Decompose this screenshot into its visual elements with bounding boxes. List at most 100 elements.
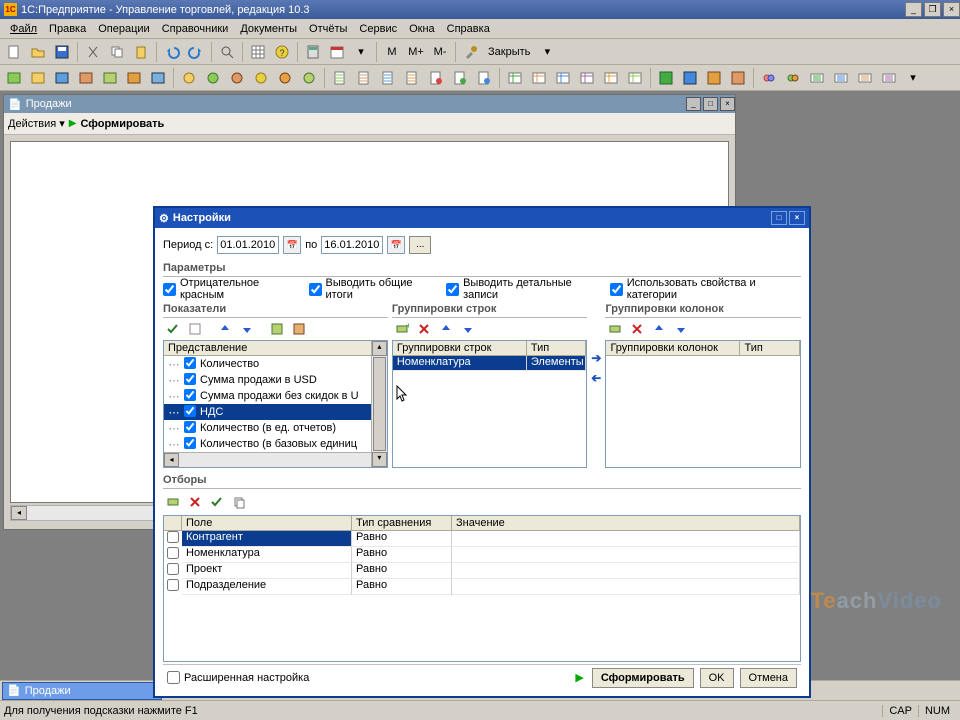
row-group-down-icon[interactable]: [458, 319, 478, 339]
row-group-up-icon[interactable]: [436, 319, 456, 339]
chk-properties[interactable]: Использовать свойства и категории: [610, 277, 787, 301]
filter-row[interactable]: ПроектРавно: [164, 563, 800, 579]
tb-icon[interactable]: ▾: [902, 67, 924, 89]
indicator-row[interactable]: ⋯Сумма продажи в USD: [164, 372, 387, 388]
ok-button[interactable]: OK: [700, 668, 734, 688]
child-close-button[interactable]: ×: [720, 97, 735, 111]
paste-icon[interactable]: [130, 41, 152, 63]
m-icon[interactable]: M: [381, 41, 403, 63]
filter-row[interactable]: НоменклатураРавно: [164, 547, 800, 563]
add-row-group-icon[interactable]: +: [392, 319, 412, 339]
tb-icon[interactable]: [806, 67, 828, 89]
period-ellipsis-button[interactable]: ...: [409, 236, 431, 254]
row-group-row[interactable]: НоменклатураЭлементы: [393, 356, 587, 371]
tb-icon[interactable]: [75, 67, 97, 89]
menu-windows[interactable]: Окна: [403, 21, 441, 37]
help-icon[interactable]: ?: [271, 41, 293, 63]
tb-icon[interactable]: [99, 67, 121, 89]
indicator-row[interactable]: ⋯Количество (в ед. отчетов): [164, 420, 387, 436]
tb-icon[interactable]: [624, 67, 646, 89]
uncheck-all-icon[interactable]: [185, 319, 205, 339]
find-icon[interactable]: [216, 41, 238, 63]
menu-documents[interactable]: Документы: [234, 21, 303, 37]
open-icon[interactable]: [27, 41, 49, 63]
tb-icon[interactable]: [758, 67, 780, 89]
child-minimize-button[interactable]: _: [686, 97, 701, 111]
extended-settings-checkbox[interactable]: Расширенная настройка: [167, 671, 309, 684]
menu-file[interactable]: Файл: [4, 21, 43, 37]
play-icon[interactable]: ▶: [69, 118, 77, 129]
tb-icon[interactable]: [576, 67, 598, 89]
tb-icon[interactable]: [123, 67, 145, 89]
tb-icon[interactable]: [298, 67, 320, 89]
child-maximize-button[interactable]: □: [703, 97, 718, 111]
period-to-input[interactable]: [321, 236, 383, 254]
move-down-icon[interactable]: [237, 319, 257, 339]
del-col-group-icon[interactable]: [627, 319, 647, 339]
child-actions-dropdown[interactable]: Действия ▾: [8, 117, 65, 130]
tb-icon[interactable]: [353, 67, 375, 89]
check-all-icon[interactable]: [163, 319, 183, 339]
chk-totals[interactable]: Выводить общие итоги: [309, 277, 429, 301]
indicator-row[interactable]: ⋯Количество: [164, 356, 387, 372]
dialog-maximize-button[interactable]: □: [771, 211, 787, 225]
menu-help[interactable]: Справка: [441, 21, 496, 37]
filter-row[interactable]: ПодразделениеРавно: [164, 579, 800, 595]
taskbar-item-sales[interactable]: 📄 Продажи: [2, 682, 162, 700]
period-from-input[interactable]: [217, 236, 279, 254]
m-minus-icon[interactable]: M-: [429, 41, 451, 63]
filter-del-icon[interactable]: [185, 492, 205, 512]
indicator-row[interactable]: ⋯Сумма продажи без скидок в U: [164, 388, 387, 404]
undo-icon[interactable]: [161, 41, 183, 63]
tb-icon[interactable]: [401, 67, 423, 89]
filter-copy-icon[interactable]: [229, 492, 249, 512]
indicators-list[interactable]: Представление ⋯Количество⋯Сумма продажи …: [163, 340, 388, 468]
scroll-left-icon[interactable]: ◂: [11, 506, 27, 520]
col-group-down-icon[interactable]: [671, 319, 691, 339]
calc-icon[interactable]: [302, 41, 324, 63]
chk-details[interactable]: Выводить детальные записи: [446, 277, 592, 301]
filters-grid[interactable]: Поле Тип сравнения Значение КонтрагентРа…: [163, 515, 801, 662]
indicators-vscroll[interactable]: ▴▾: [371, 341, 387, 467]
tb-icon[interactable]: [329, 67, 351, 89]
move-right-icon[interactable]: ➔: [591, 351, 601, 365]
move-up-icon[interactable]: [215, 319, 235, 339]
tb-icon[interactable]: [425, 67, 447, 89]
menu-reports[interactable]: Отчёты: [303, 21, 353, 37]
tb-icon[interactable]: [3, 67, 25, 89]
tb-icon[interactable]: [377, 67, 399, 89]
calendar-icon[interactable]: [326, 41, 348, 63]
close-label[interactable]: Закрыть: [484, 46, 534, 58]
tb-icon[interactable]: [449, 67, 471, 89]
tb-icon[interactable]: [178, 67, 200, 89]
grid-icon[interactable]: [247, 41, 269, 63]
menubar[interactable]: Файл Правка Операции Справочники Докумен…: [0, 19, 960, 39]
m-plus-icon[interactable]: M+: [405, 41, 427, 63]
cancel-button[interactable]: Отмена: [740, 668, 797, 688]
tb-icon[interactable]: [202, 67, 224, 89]
close-button[interactable]: ×: [943, 2, 960, 17]
tb-icon[interactable]: [147, 67, 169, 89]
tb-icon[interactable]: [27, 67, 49, 89]
col-groups-grid[interactable]: Группировки колонок Тип: [605, 340, 801, 468]
chk-negative-red[interactable]: Отрицательное красным: [163, 277, 291, 301]
tb-icon[interactable]: [830, 67, 852, 89]
close-dropdown-icon[interactable]: ▾: [536, 41, 558, 63]
redo-icon[interactable]: [185, 41, 207, 63]
tb-icon[interactable]: [552, 67, 574, 89]
form-button[interactable]: Сформировать: [592, 668, 694, 688]
col-group-up-icon[interactable]: [649, 319, 669, 339]
tools-icon[interactable]: [460, 41, 482, 63]
menu-operations[interactable]: Операции: [92, 21, 155, 37]
calendar-from-icon[interactable]: 📅: [283, 236, 301, 254]
tb-icon[interactable]: [600, 67, 622, 89]
minimize-button[interactable]: _: [905, 2, 922, 17]
menu-references[interactable]: Справочники: [156, 21, 235, 37]
tb-icon[interactable]: [51, 67, 73, 89]
tb-icon[interactable]: [504, 67, 526, 89]
calendar-to-icon[interactable]: 📅: [387, 236, 405, 254]
tb-icon[interactable]: [854, 67, 876, 89]
restore-button[interactable]: ❐: [924, 2, 941, 17]
child-form-button[interactable]: Сформировать: [80, 118, 164, 130]
tb-icon[interactable]: [274, 67, 296, 89]
